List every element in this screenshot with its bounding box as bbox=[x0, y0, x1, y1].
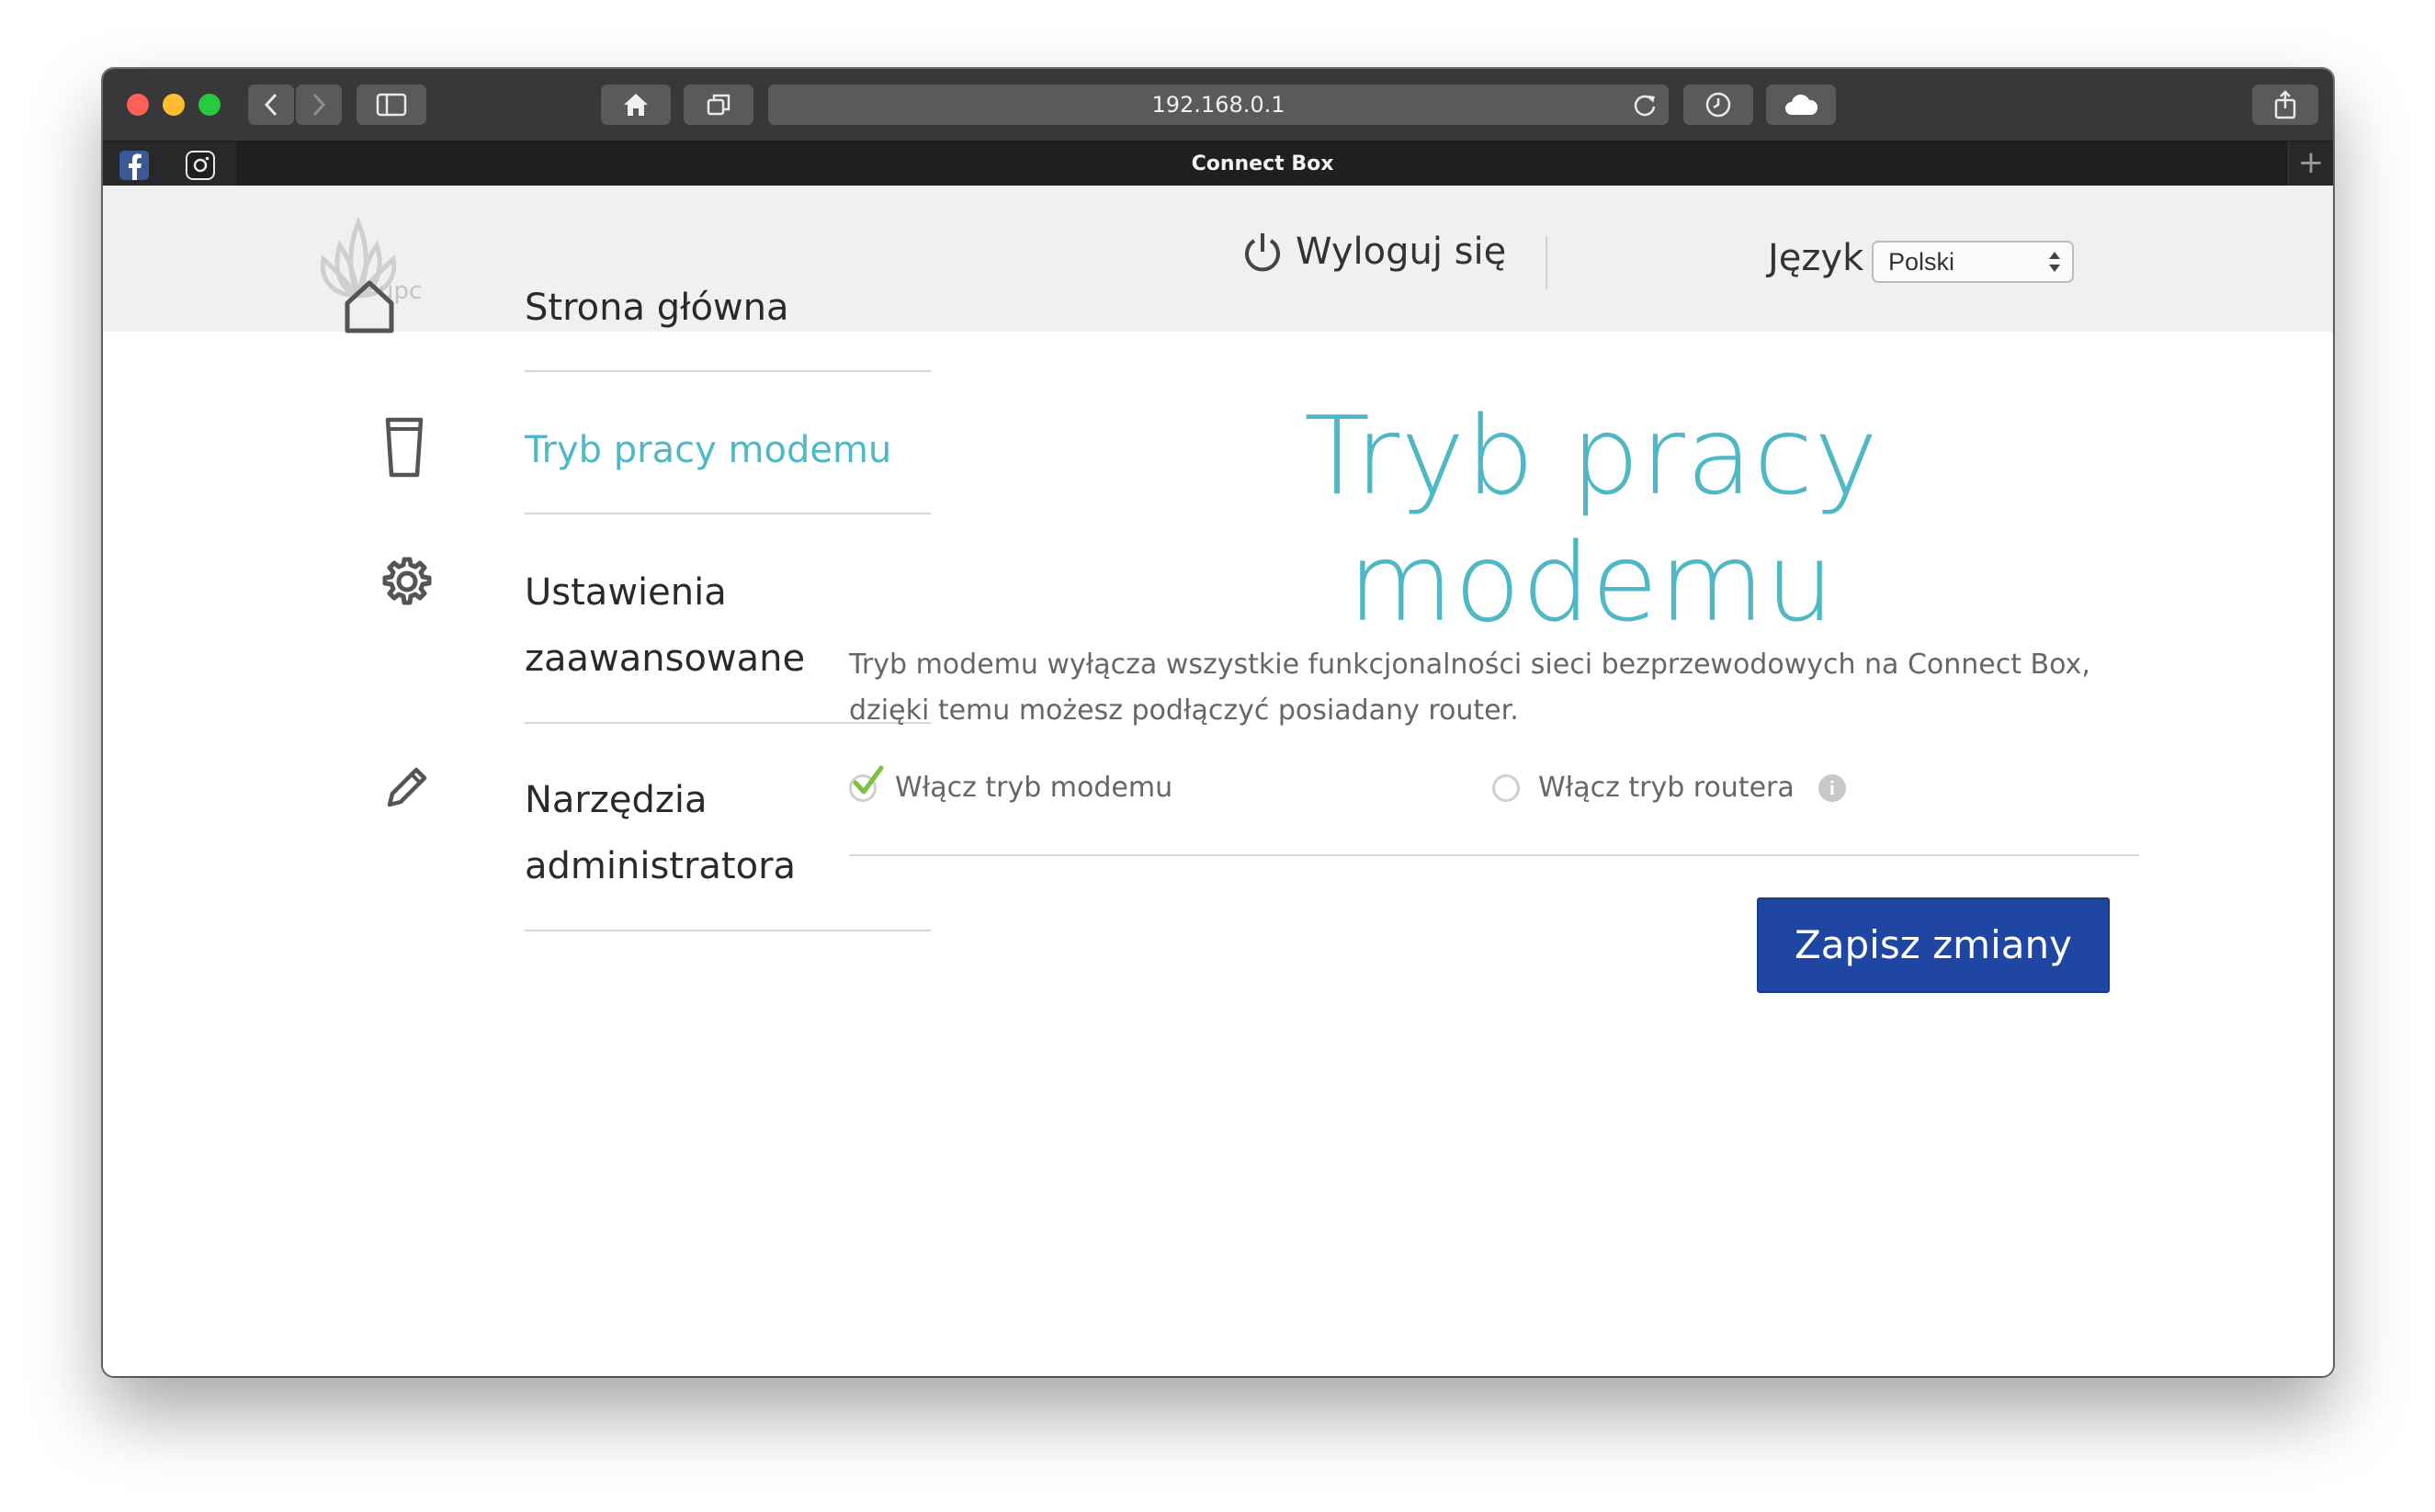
sidebar-divider bbox=[525, 513, 931, 514]
sidebar-toggle-button[interactable] bbox=[357, 85, 426, 125]
clock-icon bbox=[1705, 92, 1731, 118]
language-select[interactable]: Polski bbox=[1872, 241, 2074, 283]
reload-icon[interactable] bbox=[1632, 92, 1658, 118]
cloud-icon bbox=[1785, 94, 1818, 115]
content-divider bbox=[849, 854, 2139, 856]
browser-toolbar: 192.168.0.1 bbox=[103, 69, 2333, 141]
history-button[interactable] bbox=[1683, 85, 1753, 125]
router-mode-radio[interactable] bbox=[1492, 773, 1520, 802]
checkmark-icon bbox=[853, 765, 884, 794]
web-page: upc Wyloguj się Język Polski Strona głów… bbox=[103, 186, 2333, 1376]
tab-title: Connect Box bbox=[1191, 152, 1334, 175]
info-icon[interactable]: i bbox=[1818, 773, 1846, 802]
sidebar-item-advanced-settings[interactable]: Ustawienia zaawansowane bbox=[283, 525, 931, 737]
home-icon bbox=[345, 280, 394, 333]
sidebar-divider bbox=[525, 930, 931, 931]
zoom-window-button[interactable] bbox=[198, 94, 221, 116]
power-icon bbox=[1245, 233, 1280, 272]
save-changes-button[interactable]: Zapisz zmiany bbox=[1757, 897, 2110, 993]
tab-bar: Connect Box + bbox=[103, 141, 2333, 186]
chevron-right-icon bbox=[312, 93, 326, 117]
modem-mode-radio[interactable] bbox=[849, 765, 884, 802]
url-text: 192.168.0.1 bbox=[1151, 92, 1285, 118]
gear-icon bbox=[382, 557, 432, 605]
home-button[interactable] bbox=[601, 85, 671, 125]
tabs-overview-button[interactable] bbox=[684, 85, 753, 125]
address-bar[interactable]: 192.168.0.1 bbox=[768, 85, 1669, 125]
share-button[interactable] bbox=[2252, 85, 2318, 125]
home-icon bbox=[624, 94, 648, 116]
pencil-icon bbox=[387, 767, 427, 807]
page-title: Tryb pracy modemu bbox=[1304, 392, 1879, 646]
modem-mode-label: Włącz tryb modemu bbox=[895, 772, 1173, 804]
new-tab-button[interactable]: + bbox=[2288, 141, 2333, 186]
sidebar-divider bbox=[525, 370, 931, 372]
modem-mode-option[interactable]: Włącz tryb modemu bbox=[849, 765, 1173, 804]
logout-link[interactable]: Wyloguj się bbox=[1242, 230, 1506, 274]
active-tab[interactable]: Connect Box bbox=[236, 141, 2289, 186]
close-window-button[interactable] bbox=[127, 94, 149, 116]
language-select-value: Polski bbox=[1888, 248, 1955, 276]
facebook-icon[interactable] bbox=[119, 151, 149, 180]
sidebar-item-modem-mode[interactable]: Tryb pracy modemu bbox=[283, 383, 931, 530]
select-arrows-icon bbox=[2049, 252, 2060, 272]
router-mode-label: Włącz tryb routera bbox=[1538, 772, 1795, 804]
sidebar-item-home[interactable]: Strona główna bbox=[283, 241, 931, 388]
sidebar-item-label: Tryb pracy modemu bbox=[525, 429, 892, 471]
sidebar-item-label: Strona główna bbox=[525, 287, 789, 329]
mode-description: Tryb modemu wyłącza wszystkie funkcjonal… bbox=[849, 649, 2090, 727]
cup-icon bbox=[385, 417, 424, 478]
logout-label: Wyloguj się bbox=[1296, 231, 1507, 273]
language-label: Język bbox=[1768, 237, 1864, 279]
share-icon bbox=[2274, 90, 2296, 119]
tabs-icon bbox=[707, 94, 730, 116]
chevron-left-icon bbox=[264, 93, 277, 117]
router-mode-option[interactable]: Włącz tryb routera i bbox=[1492, 772, 1846, 804]
sidebar-item-admin-tools[interactable]: Narzędzia administratora bbox=[283, 733, 931, 944]
icloud-button[interactable] bbox=[1766, 85, 1836, 125]
forward-button[interactable] bbox=[296, 85, 342, 125]
back-button[interactable] bbox=[248, 85, 294, 125]
sidebar-icon bbox=[376, 93, 407, 117]
instagram-icon[interactable] bbox=[186, 151, 215, 180]
header-divider bbox=[1546, 236, 1547, 289]
browser-window: 192.168.0.1 Connect Box + upc Wyloguj si… bbox=[103, 69, 2333, 1376]
minimize-window-button[interactable] bbox=[163, 94, 185, 116]
